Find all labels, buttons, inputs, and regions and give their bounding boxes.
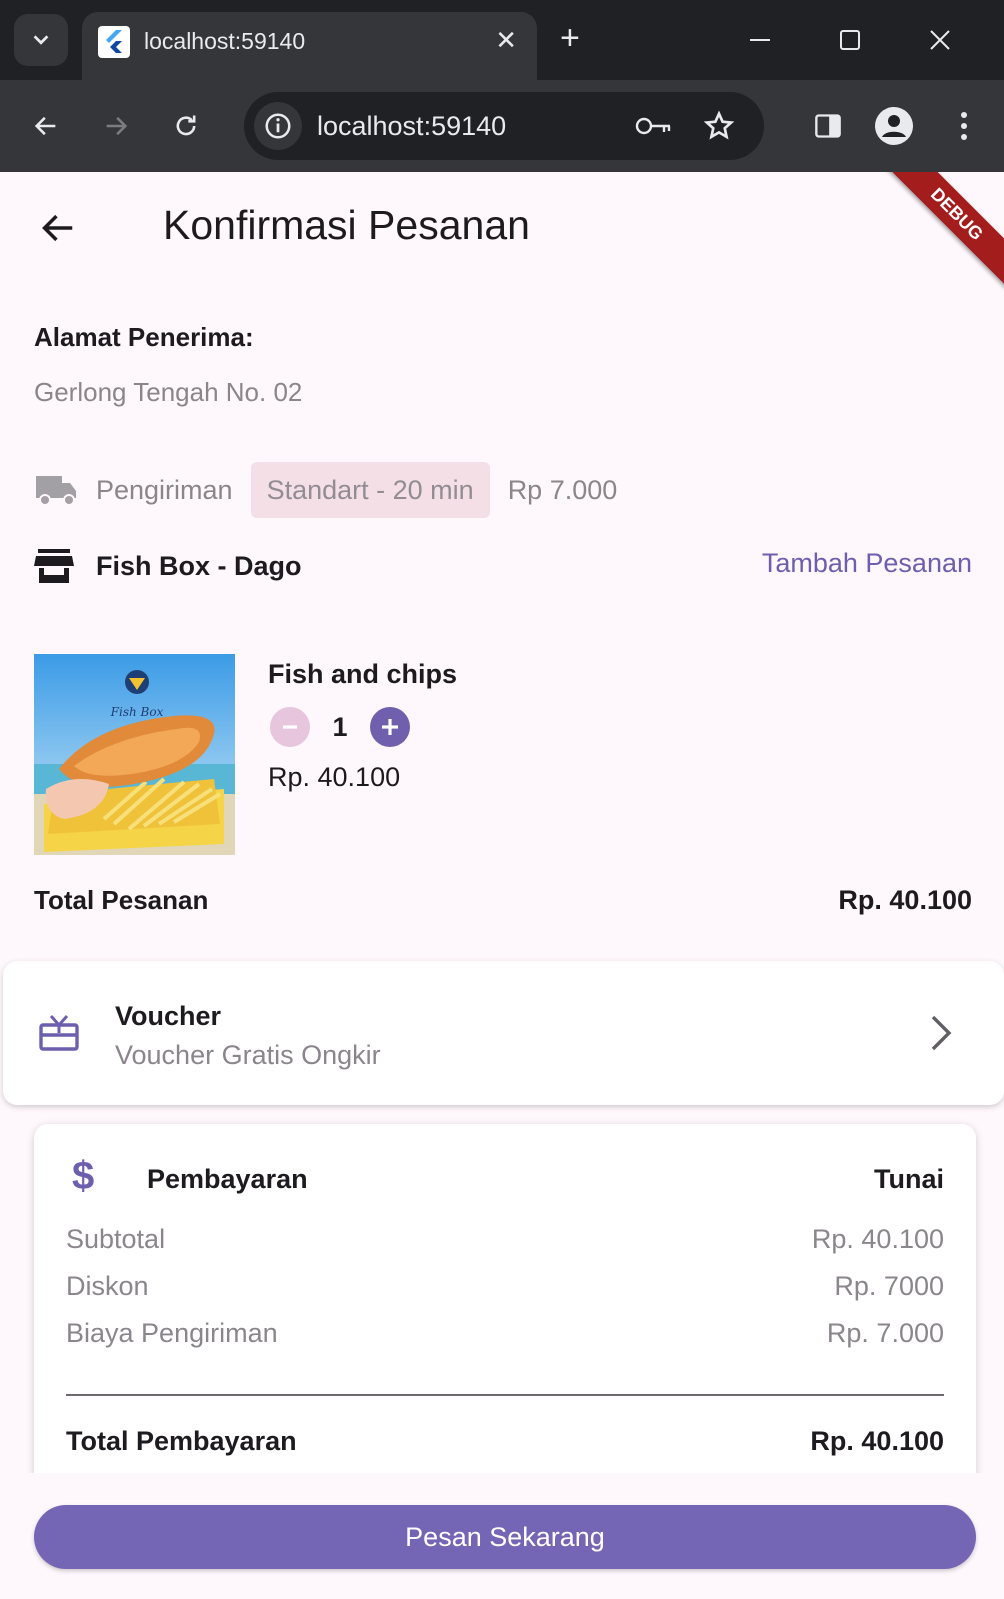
voucher-subtitle: Voucher Gratis Ongkir (115, 1040, 381, 1070)
shipping-row: Pengiriman Standart - 20 min Rp 7.000 (34, 462, 617, 518)
key-icon[interactable] (634, 108, 674, 144)
app-screen: DEBUG Konfirmasi Pesanan Alamat Penerima… (0, 172, 1004, 1599)
dollar-icon: $ (72, 1154, 95, 1198)
order-total-value: Rp. 40.100 (838, 885, 972, 915)
shipping-label: Pengiriman (96, 474, 233, 505)
arrow-back-icon (42, 214, 73, 242)
minimize-icon[interactable] (740, 20, 780, 60)
store-row: Fish Box - Dago (34, 544, 302, 588)
close-window-icon[interactable] (920, 20, 960, 60)
bookmark-star-icon[interactable] (699, 106, 739, 146)
tab-title: localhost:59140 (144, 28, 306, 54)
truck-icon (36, 476, 76, 506)
minus-icon (283, 725, 297, 729)
site-info-icon[interactable] (254, 102, 302, 150)
voucher-title: Voucher (115, 1001, 222, 1031)
reload-icon[interactable] (166, 106, 206, 146)
debug-banner: DEBUG (878, 172, 1004, 293)
page-title: Konfirmasi Pesanan (163, 202, 530, 248)
chevron-down-icon (33, 35, 49, 45)
subtotal-label: Subtotal (66, 1224, 166, 1254)
address-label: Alamat Penerima: (34, 322, 254, 352)
maximize-icon[interactable] (830, 20, 870, 60)
divider (66, 1394, 944, 1396)
address-value: Gerlong Tengah No. 02 (34, 377, 303, 407)
store-icon (34, 549, 74, 583)
quantity-value: 1 (332, 711, 348, 742)
shipping-fee-value: Rp. 7.000 (826, 1318, 944, 1348)
order-total-label: Total Pesanan (34, 885, 209, 915)
plus-icon (382, 719, 398, 735)
decrease-quantity-button[interactable] (270, 707, 310, 747)
flutter-icon (98, 26, 130, 58)
address-bar[interactable]: localhost:59140 (244, 92, 764, 160)
new-tab-icon[interactable]: + (560, 20, 580, 56)
voucher-card[interactable]: Voucher Voucher Gratis Ongkir (3, 961, 1004, 1105)
profile-avatar-icon[interactable] (874, 106, 914, 146)
payment-total-value: Rp. 40.100 (810, 1426, 944, 1456)
bottom-action-bar: Pesan Sekarang (0, 1473, 1004, 1599)
more-menu-icon[interactable] (944, 106, 984, 146)
shipping-option-chip[interactable]: Standart - 20 min (250, 462, 490, 518)
store-name: Fish Box - Dago (96, 550, 302, 581)
payment-method[interactable]: Tunai (874, 1164, 944, 1195)
payment-total-label: Total Pembayaran (66, 1426, 297, 1456)
increase-quantity-button[interactable] (370, 707, 410, 747)
shipping-price: Rp 7.000 (507, 474, 618, 505)
item-name: Fish and chips (268, 659, 458, 689)
forward-icon[interactable] (96, 106, 136, 146)
food-image: Fish Box (34, 654, 235, 855)
fish-box-logo-text: Fish Box (110, 705, 164, 719)
tab-close-icon[interactable]: ✕ (495, 26, 517, 54)
url-text[interactable]: localhost:59140 (317, 111, 506, 142)
order-now-button[interactable]: Pesan Sekarang (34, 1505, 976, 1569)
chevron-right-icon (921, 1013, 961, 1053)
browser-tabbar: localhost:59140 ✕ + (0, 0, 1004, 80)
appbar-back-button[interactable] (36, 206, 80, 250)
shipping-fee-label: Biaya Pengiriman (66, 1318, 278, 1348)
payment-title: Pembayaran (147, 1164, 308, 1194)
add-order-link[interactable]: Tambah Pesanan (762, 548, 972, 579)
discount-value: Rp. 7000 (834, 1271, 944, 1301)
tab-search-button[interactable] (14, 14, 68, 66)
back-icon[interactable] (26, 106, 66, 146)
gift-card-icon (37, 1011, 81, 1055)
discount-label: Diskon (66, 1271, 149, 1301)
browser-tab[interactable]: localhost:59140 ✕ (82, 12, 537, 80)
item-price: Rp. 40.100 (268, 762, 401, 792)
quantity-stepper: 1 (270, 707, 410, 747)
browser-toolbar: localhost:59140 (0, 80, 1004, 172)
side-panel-icon[interactable] (808, 106, 848, 146)
subtotal-value: Rp. 40.100 (811, 1224, 944, 1254)
